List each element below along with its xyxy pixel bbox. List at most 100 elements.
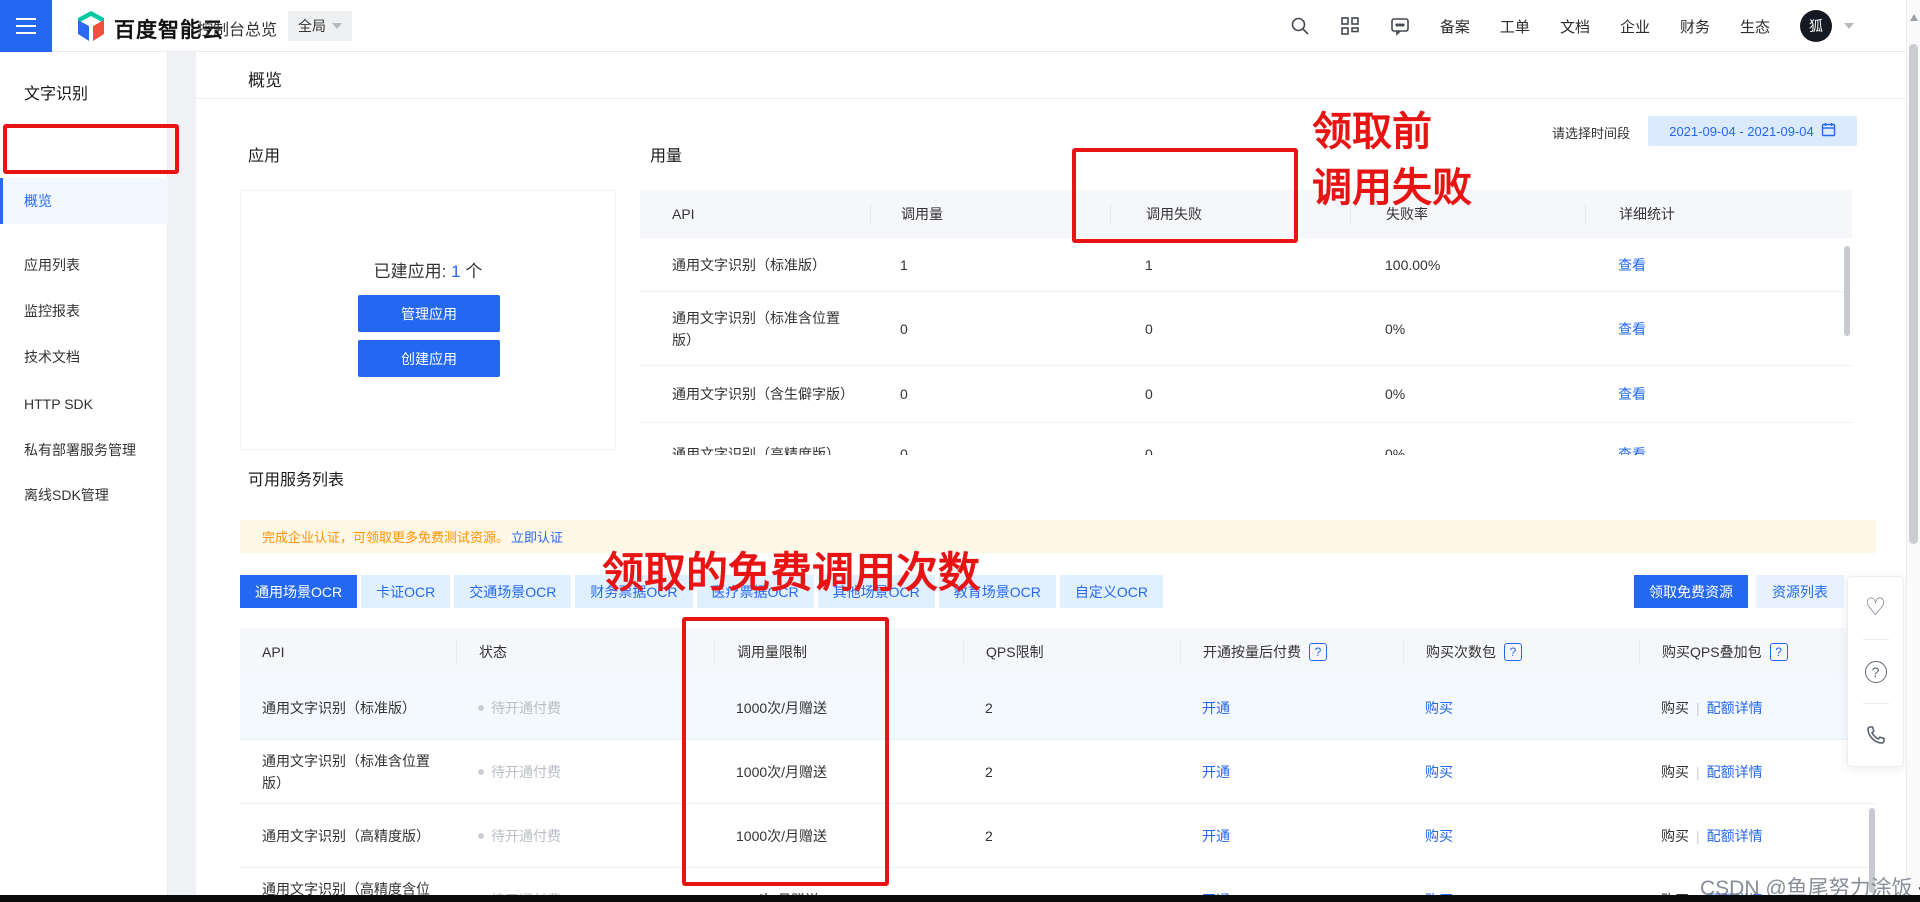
certify-now-link[interactable]: 立即认证 [511,527,563,546]
nav-link-3[interactable]: 文档 [1560,16,1590,37]
usage-cell: 0 [1110,321,1350,337]
service-table-row: 通用文字识别（标准含位置版）待开通付费1000次/月赠送2开通购买购买|配额详情 [240,740,1876,804]
help-question-icon[interactable]: ? [1848,640,1903,702]
usage-cell: 0% [1350,446,1585,456]
scroll-up-arrow-icon[interactable] [1910,14,1918,21]
quota-detail-link[interactable]: 配额详情 [1707,762,1763,782]
main-content: 概览 应用 用量 请选择时间段 2021-09-04 - 2021-09-04 … [196,52,1906,895]
quota-detail-link[interactable]: 配额详情 [1707,698,1763,718]
open-billing-link[interactable]: 开通 [1202,698,1230,718]
buy-pack-link[interactable]: 购买 [1425,698,1453,718]
built-apps-prefix: 已建应用: [374,262,451,281]
tab-1[interactable]: 通用场景OCR [240,575,357,608]
quota-detail-link[interactable]: 配额详情 [1707,826,1763,846]
usage-cell: 0% [1350,386,1585,402]
create-app-button[interactable]: 创建应用 [358,340,500,377]
usage-cell: 100.00% [1350,257,1585,273]
service-buy-cell: 购买 [1403,698,1639,718]
open-billing-link[interactable]: 开通 [1202,826,1230,846]
avatar[interactable]: 狐 [1800,10,1832,42]
claim-free-resources-button[interactable]: 领取免费资源 [1634,575,1748,608]
usage-cell: 通用文字识别（含生僻字版） [640,383,870,405]
hamburger-menu-icon[interactable] [0,0,52,52]
usage-table-body: 通用文字识别（标准版）11100.00%查看通用文字识别（标准含位置版）000%… [640,238,1852,455]
usage-col-header-1: API [640,203,870,225]
view-details-link[interactable]: 查看 [1618,444,1646,456]
certification-notice: 完成企业认证，可领取更多免费测试资源。 立即认证 [240,520,1876,553]
region-selector[interactable]: 全局 [288,11,352,41]
service-col-header-4: QPS限制 [963,641,1180,663]
view-details-link[interactable]: 查看 [1618,255,1646,275]
tab-8[interactable]: 自定义OCR [1060,575,1163,608]
service-open-cell: 开通 [1180,826,1403,846]
nav-link-4[interactable]: 企业 [1620,16,1650,37]
usage-cell: 0 [870,321,1110,337]
buy-qps-label[interactable]: 购买 [1661,826,1689,846]
bottom-bar [0,895,1920,902]
tab-3[interactable]: 交通场景OCR [454,575,571,608]
region-label: 全局 [298,16,326,36]
page-scrollbar[interactable] [1906,0,1920,902]
tab-4[interactable]: 财务票据OCR [575,575,692,608]
nav-link-1[interactable]: 备案 [1440,16,1470,37]
sidebar-item-5[interactable]: HTTP SDK [0,381,168,427]
help-icon[interactable]: ? [1504,643,1522,661]
sidebar-item-2[interactable]: 应用列表 [0,242,168,288]
nav-link-5[interactable]: 财务 [1680,16,1710,37]
service-qps-cell: 2 [963,828,1180,844]
sidebar-item-4[interactable]: 技术文档 [0,334,168,380]
nav-link-2[interactable]: 工单 [1500,16,1530,37]
view-details-link[interactable]: 查看 [1618,319,1646,339]
manage-app-button[interactable]: 管理应用 [358,295,500,332]
service-table-header: API状态调用量限制QPS限制开通按量后付费?购买次数包?购买QPS叠加包? [240,628,1876,676]
help-icon[interactable]: ? [1309,643,1327,661]
built-apps-count: 1 [451,262,460,281]
phone-contact-icon[interactable] [1848,704,1903,766]
tab-5[interactable]: 医疗票据OCR [697,575,814,608]
date-range-label: 请选择时间段 [1552,123,1630,142]
usage-api-name: 通用文字识别（含生僻字版） [672,383,857,405]
search-icon[interactable] [1290,16,1310,36]
usage-table-header: API调用量调用失败失败率详细统计 [640,190,1852,238]
service-col-header-5: 开通按量后付费? [1180,641,1403,663]
service-quota-cell: 1000次/月赠送 [714,698,963,718]
usage-table-scrollbar[interactable] [1844,246,1850,336]
avatar-chevron-icon[interactable] [1844,23,1854,29]
buy-qps-label[interactable]: 购买 [1661,762,1689,782]
service-table-row: 通用文字识别（标准版）待开通付费1000次/月赠送2开通购买购买|配额详情 [240,676,1876,740]
help-icon[interactable]: ? [1770,643,1788,661]
sidebar-item-3[interactable]: 监控报表 [0,288,168,334]
notice-text: 完成企业认证，可领取更多免费测试资源。 [262,527,509,546]
tab-6[interactable]: 其他场景OCR [818,575,935,608]
usage-col-header-5: 详细统计 [1585,203,1852,225]
buy-pack-link[interactable]: 购买 [1425,762,1453,782]
open-billing-link[interactable]: 开通 [1202,762,1230,782]
sidebar-item-6[interactable]: 私有部署服务管理 [0,427,168,473]
date-range-picker[interactable]: 2021-09-04 - 2021-09-04 [1648,116,1857,146]
usage-cell: 1 [1110,257,1350,273]
sidebar-item-7[interactable]: 离线SDK管理 [0,472,168,518]
usage-cell: 查看 [1585,319,1852,339]
service-table-body: 通用文字识别（标准版）待开通付费1000次/月赠送2开通购买购买|配额详情通用文… [240,676,1876,895]
buy-qps-label[interactable]: 购买 [1661,698,1689,718]
view-details-link[interactable]: 查看 [1618,384,1646,404]
sidebar-item-1[interactable]: 概览 [0,178,168,224]
usage-col-header-2: 调用量 [870,203,1110,225]
service-status-cell: 待开通付费 [456,826,714,846]
message-icon[interactable] [1390,16,1410,36]
console-overview-link[interactable]: 控制台总览 [197,16,277,40]
favorite-heart-icon[interactable]: ♡ [1848,577,1903,639]
usage-api-name: 通用文字识别（高精度版） [672,443,857,456]
tab-7[interactable]: 教育场景OCR [939,575,1056,608]
service-quota-cell: 1000次/月赠送 [714,762,963,782]
nav-link-6[interactable]: 生态 [1740,16,1770,37]
products-grid-icon[interactable] [1340,16,1360,36]
tab-2[interactable]: 卡证OCR [361,575,450,608]
scrollbar-thumb[interactable] [1909,44,1918,544]
buy-pack-link[interactable]: 购买 [1425,826,1453,846]
service-buy-cell: 购买 [1403,762,1639,782]
separator: | [1696,700,1700,716]
resource-list-button[interactable]: 资源列表 [1756,575,1844,608]
status-badge: 待开通付费 [491,762,561,782]
date-range-value: 2021-09-04 - 2021-09-04 [1669,124,1814,139]
